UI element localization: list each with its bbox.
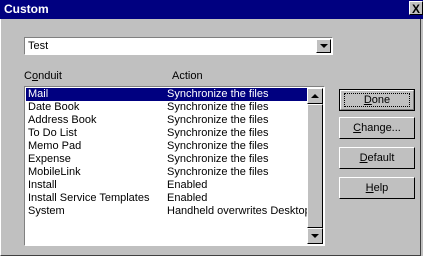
action-column-header: Action [172, 70, 203, 82]
conduit-action: Synchronize the files [167, 140, 269, 152]
conduit-name: Memo Pad [28, 140, 82, 152]
close-icon: X [411, 2, 420, 16]
arrow-up-icon [311, 94, 319, 98]
conduit-row[interactable]: System Handheld overwrites Desktop [26, 205, 308, 218]
dropdown-button[interactable] [316, 39, 331, 53]
conduit-row[interactable]: Memo Pad Synchronize the files [26, 140, 308, 153]
conduit-row[interactable]: Expense Synchronize the files [26, 153, 308, 166]
conduit-name: To Do List [28, 127, 77, 139]
done-button[interactable]: Done [339, 89, 415, 111]
conduit-row[interactable]: MobileLink Synchronize the files [26, 166, 308, 179]
conduit-action: Synchronize the files [167, 101, 269, 113]
conduit-column-header: Conduit [24, 70, 62, 82]
conduit-name: Install [28, 179, 57, 191]
conduit-action: Enabled [167, 192, 208, 204]
default-button[interactable]: Default [339, 147, 415, 169]
close-button[interactable]: X [409, 1, 423, 16]
scroll-thumb[interactable] [307, 104, 323, 228]
conduit-action: Handheld overwrites Desktop [167, 205, 308, 217]
conduit-action: Enabled [167, 179, 208, 191]
scroll-up-button[interactable] [307, 88, 323, 104]
conduit-row[interactable]: Install Service Templates Enabled [26, 192, 308, 205]
conduit-name: Install Service Templates [28, 192, 150, 204]
conduit-name: Expense [28, 153, 71, 165]
conduit-name: Address Book [28, 114, 97, 126]
chevron-down-icon [320, 44, 328, 48]
conduit-row[interactable]: To Do List Synchronize the files [26, 127, 308, 140]
scroll-down-button[interactable] [307, 228, 323, 244]
conduit-name: Date Book [28, 101, 80, 113]
window-title: Custom [4, 2, 49, 16]
conduit-action: Synchronize the files [167, 127, 269, 139]
conduit-row[interactable]: Mail Synchronize the files [26, 88, 308, 101]
handheld-user-select[interactable]: Test [24, 37, 333, 55]
title-bar: Custom X [0, 0, 423, 19]
conduit-name: Mail [28, 88, 49, 100]
conduit-name: System [28, 205, 65, 217]
arrow-down-icon [311, 234, 319, 238]
conduit-row[interactable]: Date Book Synchronize the files [26, 101, 308, 114]
conduit-list[interactable]: Mail Synchronize the files Date Book Synchr… [24, 86, 325, 246]
handheld-user-value: Test [28, 40, 49, 52]
conduit-row[interactable]: Address Book Synchronize the files [26, 114, 308, 127]
conduit-action: Synchronize the files [167, 88, 269, 100]
vertical-scrollbar[interactable] [307, 88, 323, 244]
conduit-action: Synchronize the files [167, 153, 269, 165]
change-button[interactable]: Change... [339, 117, 415, 139]
conduit-row[interactable]: Install Enabled [26, 179, 308, 192]
conduit-name: MobileLink [28, 166, 81, 178]
conduit-action: Synchronize the files [167, 114, 269, 126]
conduit-action: Synchronize the files [167, 166, 269, 178]
help-button[interactable]: Help [339, 177, 415, 199]
